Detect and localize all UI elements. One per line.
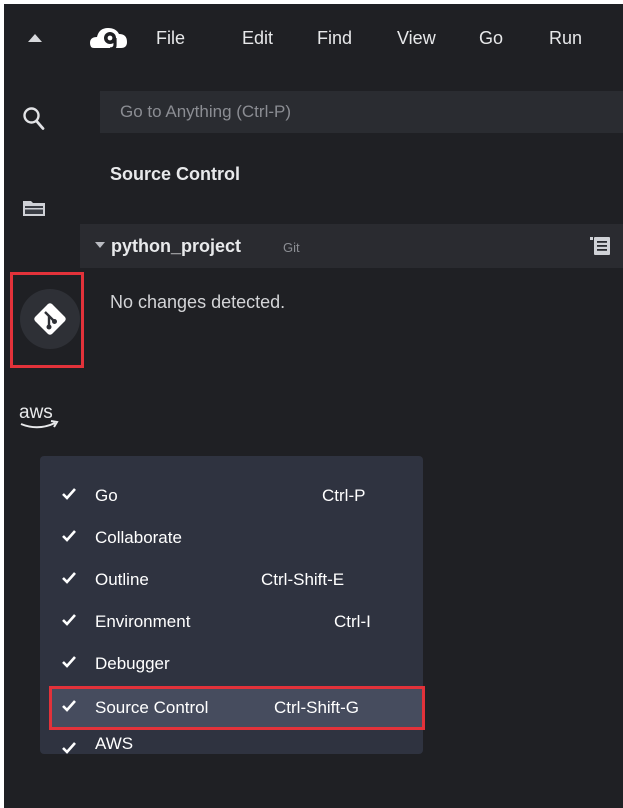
menu-item-shortcut: Ctrl-P	[322, 486, 366, 505]
go-to-anything-bar[interactable]: Go to Anything (Ctrl-P)	[100, 91, 623, 133]
check-icon	[62, 572, 76, 584]
panels-context-menu: Go Ctrl-P Collaborate Outline Ctrl-Shift…	[40, 456, 425, 754]
git-icon	[34, 303, 66, 335]
check-icon	[62, 700, 76, 712]
menu-bar: File Edit Find View Go Run	[4, 4, 623, 78]
menu-item-label: AWS	[95, 734, 134, 753]
folder-icon[interactable]	[23, 199, 45, 217]
repo-name: python_project	[111, 236, 242, 256]
menu-item-label: Environment	[95, 612, 191, 631]
aws-logo[interactable]: aws	[18, 400, 64, 436]
menu-edit[interactable]: Edit	[242, 28, 273, 49]
menu-view[interactable]: View	[397, 28, 436, 49]
menu-file[interactable]: File	[156, 28, 185, 49]
menu-run[interactable]: Run	[549, 28, 582, 49]
menu-item-shortcut: Ctrl-I	[334, 612, 371, 631]
menu-item-label: Debugger	[95, 654, 170, 673]
menu-find[interactable]: Find	[317, 28, 352, 49]
menu-item-collaborate[interactable]: Collaborate	[40, 518, 423, 558]
check-icon	[62, 742, 76, 754]
list-menu-icon[interactable]	[590, 237, 610, 255]
cloud9-logo-icon[interactable]	[90, 24, 128, 54]
menu-item-shortcut: Ctrl-Shift-G	[274, 698, 359, 717]
menu-item-label: Go	[95, 486, 118, 505]
menu-item-environment[interactable]: Environment Ctrl-I	[40, 602, 423, 642]
git-icon-background	[20, 289, 80, 349]
check-icon	[62, 656, 76, 668]
menu-item-go[interactable]: Go Ctrl-P	[40, 476, 423, 516]
collapse-menu-icon[interactable]	[28, 34, 42, 42]
menu-item-outline[interactable]: Outline Ctrl-Shift-E	[40, 560, 423, 600]
ide-window: File Edit Find View Go Run aws Go to Any…	[4, 4, 623, 808]
menu-item-debugger[interactable]: Debugger	[40, 644, 423, 684]
panel-title: Source Control	[110, 164, 241, 184]
menu-item-label: Outline	[95, 570, 149, 589]
menu-go[interactable]: Go	[479, 28, 503, 49]
search-icon[interactable]	[22, 106, 46, 132]
check-icon	[62, 530, 76, 542]
status-message: No changes detected.	[110, 292, 286, 312]
check-icon	[62, 614, 76, 626]
repo-vcs-label: Git	[283, 240, 300, 255]
menu-item-label: Source Control	[95, 698, 209, 717]
menu-item-aws[interactable]: AWS	[40, 730, 423, 770]
repo-header[interactable]: python_project Git	[80, 224, 623, 268]
search-input[interactable]: Go to Anything (Ctrl-P)	[120, 102, 291, 122]
check-icon	[62, 488, 76, 500]
menu-item-label: Collaborate	[95, 528, 182, 547]
source-control-tab[interactable]	[10, 272, 84, 368]
menu-item-shortcut: Ctrl-Shift-E	[261, 570, 345, 589]
chevron-down-icon[interactable]	[95, 242, 105, 248]
menu-item-source-control[interactable]: Source Control Ctrl-Shift-G	[40, 688, 423, 728]
aws-logo-text: aws	[19, 402, 53, 423]
